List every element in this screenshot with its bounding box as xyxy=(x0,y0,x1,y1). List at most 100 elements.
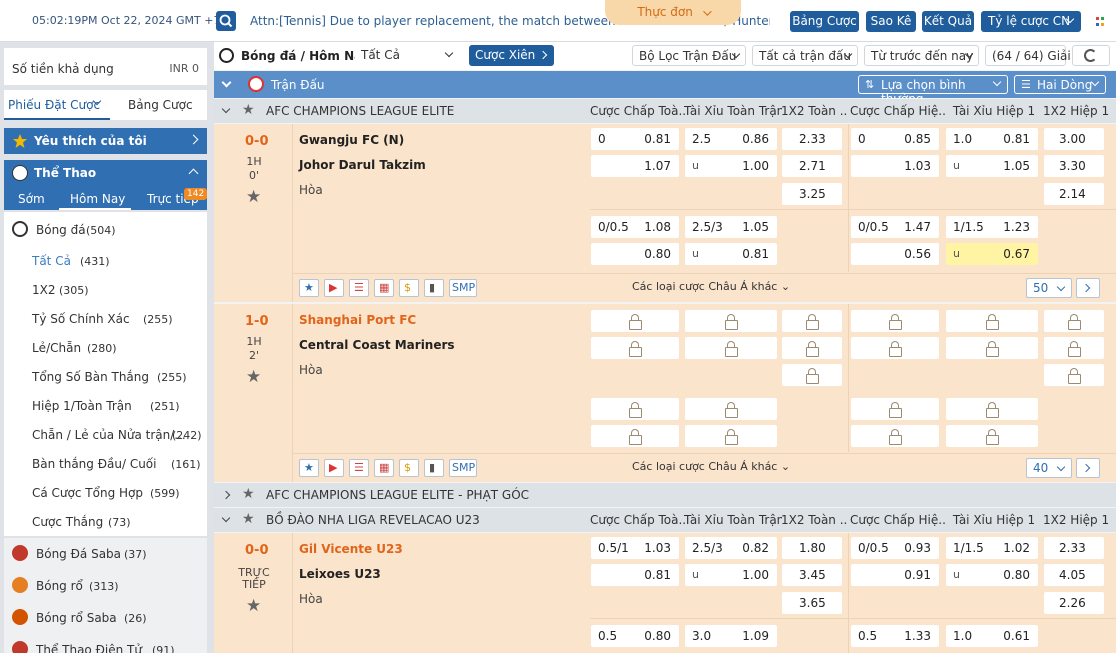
stats-button[interactable]: ☰ xyxy=(349,459,369,477)
more-markets-button[interactable]: 40 xyxy=(1026,458,1072,478)
home-team[interactable]: Shanghai Port FC xyxy=(299,313,416,327)
sidebar-sport-item[interactable]: Bóng rổ Saba (26) xyxy=(4,602,207,634)
collapse-chevron-icon[interactable] xyxy=(221,490,231,500)
league-header[interactable]: ★ AFC CHAMPIONS LEAGUE ELITE - PHẠT GÓC xyxy=(214,483,1116,507)
smp-button[interactable]: SMP xyxy=(449,279,477,297)
odds-cell[interactable]: 1.80 xyxy=(782,537,842,559)
all-matches-select[interactable]: Tất cả trận đấu xyxy=(752,45,858,66)
next-button[interactable] xyxy=(1076,458,1100,478)
menu-toggle[interactable]: Thực đơn xyxy=(605,0,741,25)
collapse-chevron-icon[interactable] xyxy=(221,513,231,523)
statement-button[interactable]: Sao Kê xyxy=(866,11,916,32)
tab-bet-list[interactable]: Bảng Cược xyxy=(128,98,193,112)
settings-icon[interactable] xyxy=(1094,14,1110,30)
bet-list-button[interactable]: Bảng Cược xyxy=(790,11,859,32)
sidebar-sub-item[interactable]: Cá Cược Tổng Hợp (599) xyxy=(4,478,207,507)
odds-cell[interactable]: 1.07 xyxy=(591,155,679,177)
odds-type-select[interactable]: Tỷ lệ cược CN xyxy=(981,11,1081,32)
away-team[interactable]: Central Coast Mariners xyxy=(299,338,455,352)
sidebar-sub-item[interactable]: Tỷ Số Chính Xác (255) xyxy=(4,304,207,333)
star-icon[interactable]: ★ xyxy=(242,486,255,502)
other-bets-link[interactable]: Các loại cược Châu Á khác ⌄ xyxy=(632,280,790,293)
odds-cell[interactable]: 0.56 xyxy=(851,243,939,265)
cashout-button[interactable]: $ xyxy=(399,279,419,297)
sidebar-sub-item[interactable]: Tất Cả (431) xyxy=(4,246,207,275)
sidebar-sub-item[interactable]: Cược Thắng (73) xyxy=(4,507,207,536)
odds-cell[interactable]: 3.0 1.09 xyxy=(685,625,777,647)
odds-cell[interactable]: 4.05 xyxy=(1044,564,1104,586)
next-button[interactable] xyxy=(1076,278,1100,298)
heatmap-button[interactable]: ▦ xyxy=(374,459,394,477)
league-header[interactable]: ★ AFC CHAMPIONS LEAGUE ELITE Cược Chấp Toà… xyxy=(214,99,1116,123)
sidebar-sub-item[interactable]: Hiệp 1/Toàn Trận (251) xyxy=(4,391,207,420)
away-team[interactable]: Johor Darul Takzim xyxy=(299,158,426,172)
odds-cell[interactable]: 2.14 xyxy=(1044,183,1104,205)
tab-bet-slip[interactable]: Phiếu Đặt Cược xyxy=(4,90,110,120)
odds-cell[interactable]: 0.81 xyxy=(591,564,679,586)
odds-cell[interactable]: 1.0 0.61 xyxy=(946,625,1038,647)
odds-cell[interactable]: u 0.81 xyxy=(685,243,777,265)
odds-cell[interactable]: 1/1.5 1.23 xyxy=(946,216,1038,238)
odds-cell[interactable]: 1.03 xyxy=(851,155,939,177)
odds-cell[interactable]: 0/0.5 0.93 xyxy=(851,537,939,559)
odds-cell[interactable]: 0.80 xyxy=(591,243,679,265)
chart-button[interactable]: ▮ xyxy=(424,459,444,477)
stats-button[interactable]: ☰ xyxy=(349,279,369,297)
odds-cell[interactable]: u 1.05 xyxy=(946,155,1038,177)
tab-early[interactable]: Sớm xyxy=(18,192,45,206)
odds-cell[interactable]: 2.71 xyxy=(782,155,842,177)
favorite-star-icon[interactable]: ★ xyxy=(246,596,261,616)
odds-cell[interactable]: 0/0.5 1.08 xyxy=(591,216,679,238)
odds-cell[interactable]: 0.5/1 1.03 xyxy=(591,537,679,559)
home-team[interactable]: Gwangju FC (N) xyxy=(299,133,404,147)
odds-cell[interactable]: 3.25 xyxy=(782,183,842,205)
sidebar-sub-item[interactable]: Lẻ/Chẵn (280) xyxy=(4,333,207,362)
market-filter-select[interactable]: Tất Cả xyxy=(355,45,458,66)
collapse-chevron-icon[interactable] xyxy=(221,104,231,114)
odds-cell[interactable]: 3.45 xyxy=(782,564,842,586)
star-icon[interactable]: ★ xyxy=(242,511,255,527)
odds-cell[interactable]: 1/1.5 1.02 xyxy=(946,537,1038,559)
odds-cell[interactable]: 3.30 xyxy=(1044,155,1104,177)
home-team[interactable]: Gil Vicente U23 xyxy=(299,542,403,556)
odds-cell[interactable]: 2.5/3 1.05 xyxy=(685,216,777,238)
favorite-star-icon[interactable]: ★ xyxy=(246,367,261,387)
odds-cell[interactable]: 0 0.81 xyxy=(591,128,679,150)
favorite-star-icon[interactable]: ★ xyxy=(246,187,261,207)
favorites-header[interactable]: Yêu thích của tôi xyxy=(4,128,207,154)
parlay-button[interactable]: Cược Xiên xyxy=(469,45,554,66)
odds-cell[interactable]: 2.33 xyxy=(782,128,842,150)
odds-cell[interactable]: u 0.80 xyxy=(946,564,1038,586)
chart-button[interactable]: ▮ xyxy=(424,279,444,297)
odds-cell[interactable]: 0.5 0.80 xyxy=(591,625,679,647)
football-item[interactable]: Bóng đá (504) xyxy=(4,212,207,246)
smp-button[interactable]: SMP xyxy=(449,459,477,477)
odds-cell[interactable]: 2.26 xyxy=(1044,592,1104,614)
odds-cell[interactable]: 2.5 0.86 xyxy=(685,128,777,150)
odds-cell[interactable]: 3.65 xyxy=(782,592,842,614)
away-team[interactable]: Leixoes U23 xyxy=(299,567,381,581)
cashout-button[interactable]: $ xyxy=(399,459,419,477)
odds-cell[interactable]: 1.0 0.81 xyxy=(946,128,1038,150)
more-markets-button[interactable]: 50 xyxy=(1026,278,1072,298)
sidebar-sport-item[interactable]: Bóng rổ (313) xyxy=(4,570,207,602)
odds-cell[interactable]: 0/0.5 1.47 xyxy=(851,216,939,238)
favorite-star-button[interactable]: ★ xyxy=(299,279,319,297)
sidebar-sub-item[interactable]: Chẵn / Lẻ của Nửa trận/... (242) xyxy=(4,420,207,449)
search-button[interactable] xyxy=(216,11,236,31)
odds-cell[interactable]: 2.33 xyxy=(1044,537,1104,559)
odds-cell[interactable]: u 1.00 xyxy=(685,155,777,177)
live-stream-button[interactable]: ▶ xyxy=(324,279,344,297)
odds-cell[interactable]: u 0.67 xyxy=(946,243,1038,265)
odds-cell[interactable]: 0 0.85 xyxy=(851,128,939,150)
time-range-select[interactable]: Từ trước đến nay xyxy=(864,45,979,66)
odds-cell[interactable]: 3.00 xyxy=(1044,128,1104,150)
odds-cell[interactable]: u 1.00 xyxy=(685,564,777,586)
heatmap-button[interactable]: ▦ xyxy=(374,279,394,297)
odds-cell[interactable]: 2.5/3 0.82 xyxy=(685,537,777,559)
odds-cell[interactable]: 0.5 1.33 xyxy=(851,625,939,647)
sidebar-sub-item[interactable]: 1X2 (305) xyxy=(4,275,207,304)
sort-select[interactable]: ⇅ Lựa chọn bình thường xyxy=(858,75,1008,106)
tab-today[interactable]: Hôm Nay xyxy=(59,188,131,210)
favorite-star-button[interactable]: ★ xyxy=(299,459,319,477)
